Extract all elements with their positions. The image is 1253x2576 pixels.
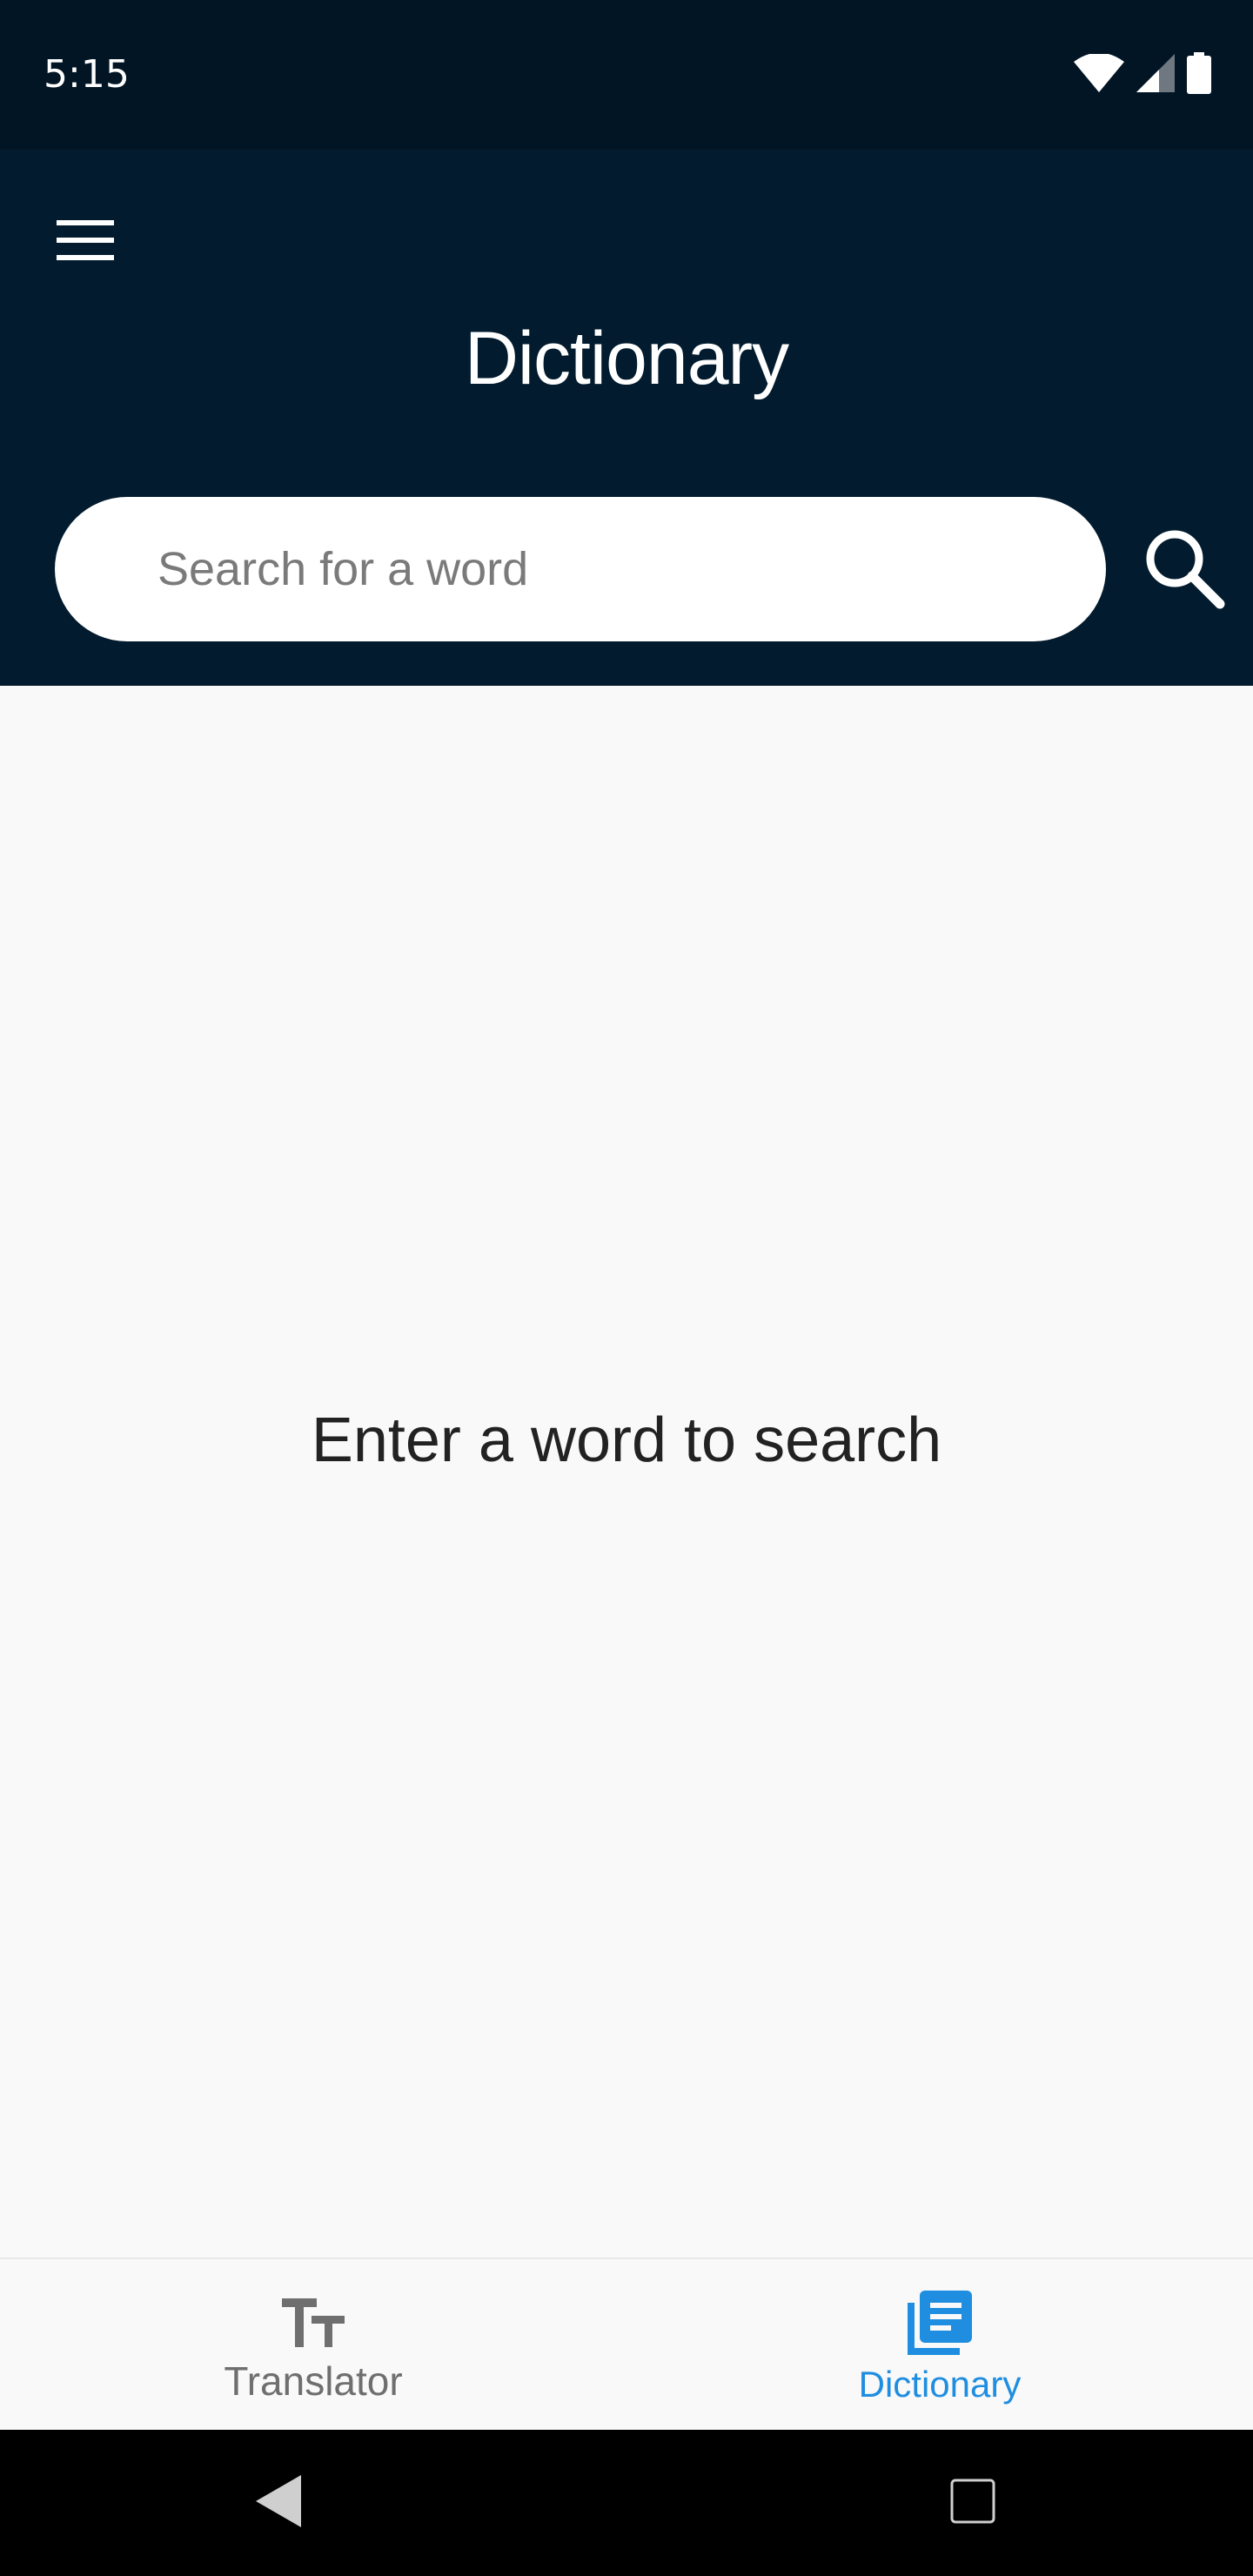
nav-label-translator: Translator [224, 2358, 403, 2404]
search-field[interactable] [55, 497, 1106, 641]
search-icon [1142, 526, 1225, 614]
battery-icon [1187, 51, 1211, 98]
search-input[interactable] [157, 497, 1062, 641]
wifi-icon [1074, 52, 1124, 97]
empty-state-message: Enter a word to search [311, 1405, 942, 1475]
nav-item-translator[interactable]: Translator [0, 2259, 626, 2432]
menu-button[interactable] [44, 200, 127, 284]
app-bar: Dictionary [0, 150, 1253, 686]
recents-icon [950, 2479, 995, 2528]
search-button[interactable] [1131, 508, 1236, 630]
back-icon [256, 2474, 301, 2532]
status-icons [1074, 51, 1211, 98]
status-time: 5:15 [44, 52, 130, 97]
nav-item-dictionary[interactable]: Dictionary [626, 2259, 1253, 2432]
system-navigation-bar [0, 2430, 1253, 2576]
back-button[interactable] [235, 2459, 322, 2546]
page-title: Dictionary [464, 317, 789, 400]
status-bar: 5:15 [0, 0, 1253, 150]
recents-button[interactable] [929, 2459, 1016, 2546]
bottom-navigation: Translator Dictionary [0, 2257, 1253, 2432]
nav-label-dictionary: Dictionary [858, 2364, 1022, 2405]
cell-signal-icon [1136, 53, 1175, 97]
hamburger-menu-icon [57, 219, 114, 265]
text-size-icon [0, 2289, 626, 2357]
dictionary-icon [626, 2289, 1253, 2357]
